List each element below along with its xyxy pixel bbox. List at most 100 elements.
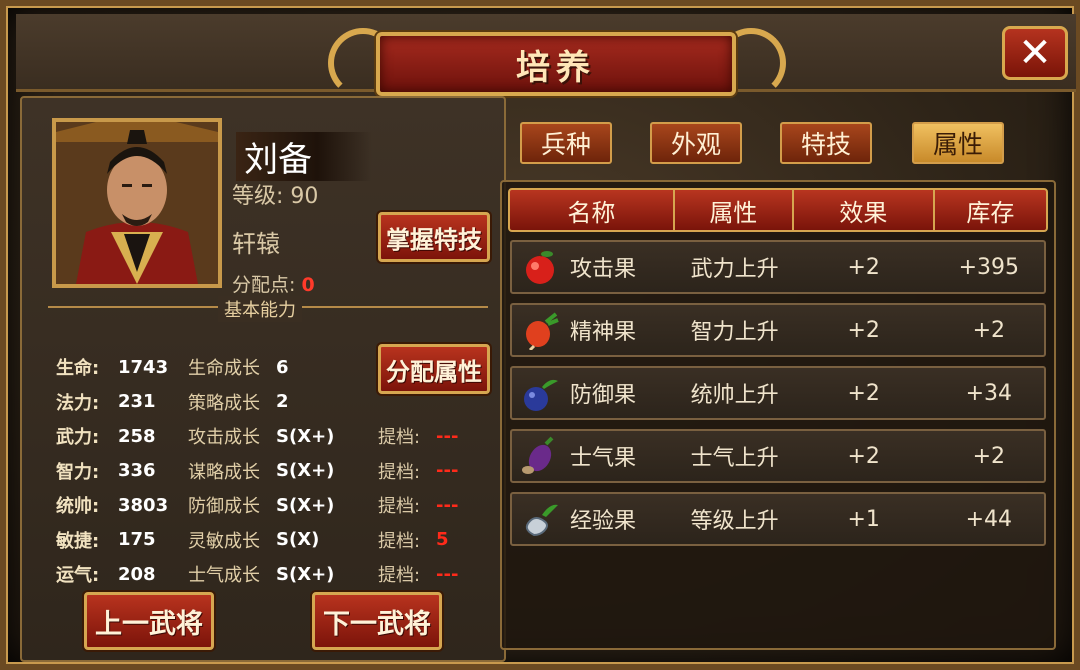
fruit-attribute: 士气上升 <box>690 446 779 471</box>
fruit-name: 攻击果 <box>570 257 637 282</box>
table-row[interactable]: 防御果 统帅上升 +2 +34 <box>510 366 1046 420</box>
stat-row: 智力: 336 谋略成长 S(X+) 提档: --- <box>56 454 458 489</box>
fruit-effect: +2 <box>847 443 880 469</box>
table-row[interactable]: 攻击果 武力上升 +2 +395 <box>510 240 1046 294</box>
growth-value: S(X+) <box>276 425 335 447</box>
header-name: 名称 <box>510 190 675 230</box>
fruit-attribute: 统帅上升 <box>690 383 779 408</box>
header-stock: 库存 <box>966 198 1015 227</box>
fruit-name: 经验果 <box>570 509 637 534</box>
window-title: 培养 <box>516 47 596 88</box>
tab-skills[interactable]: 特技 <box>780 122 872 164</box>
fruit-effect: +2 <box>847 254 880 280</box>
allocation-points-value: 0 <box>301 274 315 296</box>
stats-list: 生命: 1743 生命成长 6 法力: 231 策略成长 2 武力: 258 攻… <box>56 350 458 592</box>
fruit-attribute: 等级上升 <box>690 509 779 534</box>
fruit-effect: +1 <box>847 506 880 532</box>
tab-troop-type[interactable]: 兵种 <box>520 122 612 164</box>
blueberry-icon <box>524 379 558 411</box>
prev-general-button[interactable]: 上一武将 <box>84 592 214 650</box>
stat-label: 生命: <box>56 358 100 380</box>
stat-label: 统帅: <box>56 496 100 518</box>
hero-level-label: 等级: <box>232 184 284 209</box>
fruit-table: 名称 属性 效果 库存 攻击果 武力上升 +2 +395 精神果 智力上升 +2… <box>500 180 1056 650</box>
title-bar: 培养 <box>16 14 1076 98</box>
stat-row: 生命: 1743 生命成长 6 <box>56 350 458 385</box>
next-general-button[interactable]: 下一武将 <box>312 592 442 650</box>
tab-attributes[interactable]: 属性 <box>912 122 1004 164</box>
fruit-effect: +2 <box>847 380 880 406</box>
window-title-plate: 培养 <box>376 32 736 96</box>
row-name-cell: 士气果 <box>512 436 676 476</box>
stat-row: 统帅: 3803 防御成长 S(X+) 提档: --- <box>56 488 458 523</box>
growth-label: 策略成长 <box>188 392 260 414</box>
stat-value: 336 <box>118 460 156 482</box>
table-row[interactable]: 经验果 等级上升 +1 +44 <box>510 492 1046 546</box>
row-name-cell: 精神果 <box>512 310 676 350</box>
upgrade-value: --- <box>436 460 459 482</box>
close-button[interactable]: ✕ <box>1002 26 1068 80</box>
stat-row: 法力: 231 策略成长 2 <box>56 385 458 420</box>
row-name-cell: 防御果 <box>512 373 676 413</box>
row-name-cell: 攻击果 <box>512 247 676 287</box>
fruit-stock: +44 <box>965 506 1013 532</box>
fruit-attribute: 智力上升 <box>690 320 779 345</box>
close-icon: ✕ <box>1018 30 1052 76</box>
stat-label: 法力: <box>56 392 100 414</box>
growth-label: 防御成长 <box>188 496 260 518</box>
fruit-stock: +34 <box>965 380 1013 406</box>
stat-row: 运气: 208 士气成长 S(X+) 提档: --- <box>56 557 458 592</box>
apple-icon <box>526 249 554 284</box>
fruit-stock: +395 <box>958 254 1020 280</box>
growth-value: S(X+) <box>276 494 335 516</box>
table-header: 名称 属性 效果 库存 <box>508 188 1048 232</box>
upgrade-label: 提档: <box>378 565 421 587</box>
hero-portrait-icon <box>56 122 218 284</box>
hero-name: 刘备 <box>236 132 372 181</box>
stat-row: 敏捷: 175 灵敏成长 S(X) 提档: 5 <box>56 523 458 558</box>
row-name-cell: 经验果 <box>512 499 676 539</box>
header-effect: 效果 <box>794 190 935 230</box>
allocation-points-label: 分配点: <box>232 274 296 296</box>
tab-appearance[interactable]: 外观 <box>650 122 742 164</box>
stat-label: 武力: <box>56 427 100 449</box>
upgrade-value: 5 <box>436 529 449 551</box>
allocation-points: 分配点: 0 <box>232 270 315 297</box>
upgrade-value: --- <box>436 563 459 585</box>
hero-level-value: 90 <box>290 184 319 209</box>
table-row[interactable]: 士气果 士气上升 +2 +2 <box>510 429 1046 483</box>
growth-value: 6 <box>276 356 289 378</box>
fruit-name: 精神果 <box>570 320 637 345</box>
table-row[interactable]: 精神果 智力上升 +2 +2 <box>510 303 1046 357</box>
stat-value: 175 <box>118 529 156 551</box>
fruit-attribute: 武力上升 <box>690 257 779 282</box>
fruit-stock: +2 <box>972 317 1006 343</box>
growth-value: 2 <box>276 391 289 413</box>
master-skill-button[interactable]: 掌握特技 <box>378 212 490 262</box>
stat-row: 武力: 258 攻击成长 S(X+) 提档: --- <box>56 419 458 454</box>
upgrade-value: --- <box>436 494 459 516</box>
growth-value: S(X+) <box>276 460 335 482</box>
stat-value: 258 <box>118 425 156 447</box>
hero-faction: 轩辕 <box>232 230 280 258</box>
growth-label: 士气成长 <box>188 565 260 587</box>
cultivate-window: 培养 ✕ 刘备 等级: 90 轩辕 分配点: 0 掌握特技 基本能力 分配属性 … <box>0 0 1080 670</box>
growth-label: 谋略成长 <box>188 461 260 483</box>
stat-value: 1743 <box>118 356 169 378</box>
fruit-name: 士气果 <box>570 446 637 471</box>
stat-value: 231 <box>118 391 156 413</box>
hero-level: 等级: 90 <box>232 178 318 210</box>
hero-portrait <box>52 118 222 288</box>
fruit-stock: +2 <box>972 443 1006 469</box>
growth-label: 灵敏成长 <box>188 530 260 552</box>
header-attribute: 属性 <box>675 190 794 230</box>
stat-label: 智力: <box>56 461 100 483</box>
gourd-icon <box>525 504 558 537</box>
stat-label: 敏捷: <box>56 530 100 552</box>
growth-label: 生命成长 <box>188 358 260 380</box>
section-label: 基本能力 <box>218 296 302 322</box>
hero-info-panel: 刘备 等级: 90 轩辕 分配点: 0 掌握特技 基本能力 分配属性 生命: 1… <box>20 96 506 662</box>
growth-value: S(X+) <box>276 563 335 585</box>
fruit-name: 防御果 <box>570 383 637 408</box>
growth-value: S(X) <box>276 529 320 551</box>
